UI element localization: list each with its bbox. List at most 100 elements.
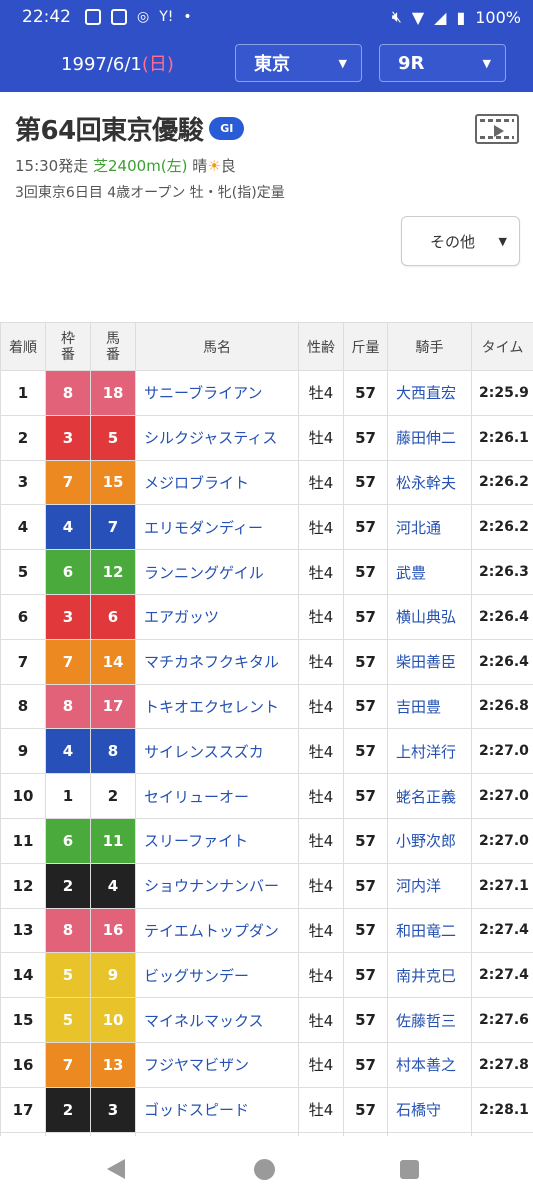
horse-name-link[interactable]: サニーブライアン	[135, 370, 299, 416]
waku-cell: 7	[45, 638, 91, 685]
home-icon[interactable]	[254, 1159, 275, 1180]
time-cell: 2:27.0	[471, 773, 533, 819]
waku-cell: 6	[45, 549, 91, 595]
sex-age-cell: 牡4	[298, 459, 344, 506]
race-conditions: 15:30発走 芝2400m(左) 晴☀良	[15, 155, 518, 176]
umaban-cell: 4	[90, 862, 136, 909]
signal-icon: ◢	[434, 7, 447, 27]
horse-name-link[interactable]: ショウナンナンバー	[135, 862, 299, 909]
horse-name-link[interactable]: テイエムトップダン	[135, 907, 299, 954]
horse-name-link[interactable]: メジロブライト	[135, 459, 299, 506]
jockey-name-link[interactable]: 蛯名正義	[387, 773, 472, 819]
rank-cell: 14	[0, 952, 46, 999]
weight-cell: 57	[343, 1086, 388, 1133]
wifi-icon: ▼	[411, 7, 425, 27]
chevron-down-icon: ▼	[498, 234, 507, 248]
horse-name-link[interactable]: セイリューオー	[135, 773, 299, 819]
waku-cell: 5	[45, 952, 91, 999]
system-icons: 🔇︎ ▼ ◢ ▮ 100%	[392, 7, 521, 27]
jockey-name-link[interactable]: 和田竜二	[387, 907, 472, 954]
weight-cell: 57	[343, 773, 388, 819]
weekday-text: (日)	[141, 54, 174, 75]
time-cell: 2:27.8	[471, 1041, 533, 1088]
app-notification-icon	[111, 9, 127, 25]
weight-cell: 57	[343, 459, 388, 506]
table-header-row: 着順 枠番 馬番 馬名 性齢 斤量 騎手 タイム	[0, 322, 533, 371]
jockey-name-link[interactable]: 武豊	[387, 549, 472, 595]
umaban-cell: 14	[90, 638, 136, 685]
table-row: 1 8 18 サニーブライアン 牡4 57 大西直宏 2:25.9	[0, 370, 533, 416]
horse-name-link[interactable]: シルクジャスティス	[135, 414, 299, 461]
rank-cell: 16	[0, 1041, 46, 1088]
weather-text: 晴	[192, 157, 208, 175]
jockey-name-link[interactable]: 佐藤哲三	[387, 997, 472, 1043]
rank-cell: 10	[0, 773, 46, 819]
horse-name-link[interactable]: ビッグサンデー	[135, 952, 299, 999]
waku-cell: 2	[45, 862, 91, 909]
jockey-name-link[interactable]: 河北通	[387, 504, 472, 551]
weight-cell: 57	[343, 549, 388, 595]
sex-age-cell: 牡4	[298, 683, 344, 730]
waku-cell: 7	[45, 1041, 91, 1088]
jockey-name-link[interactable]: 南井克巳	[387, 952, 472, 999]
recents-icon[interactable]	[400, 1160, 419, 1179]
sex-age-cell: 牡4	[298, 504, 344, 551]
other-area: その他 ▼	[0, 212, 533, 322]
back-icon[interactable]	[107, 1159, 125, 1179]
rank-cell: 15	[0, 997, 46, 1043]
time-cell: 2:27.1	[471, 862, 533, 909]
table-row: 6 3 6 エアガッツ 牡4 57 横山典弘 2:26.4	[0, 593, 533, 640]
table-row: 7 7 14 マチカネフクキタル 牡4 57 柴田善臣 2:26.4	[0, 638, 533, 685]
track-select-value: 東京	[254, 54, 290, 75]
jockey-name-link[interactable]: 上村洋行	[387, 728, 472, 775]
weight-cell: 57	[343, 683, 388, 730]
table-row: 13 8 16 テイエムトップダン 牡4 57 和田竜二 2:27.4	[0, 907, 533, 954]
jockey-name-link[interactable]: 大西直宏	[387, 370, 472, 416]
video-icon[interactable]	[475, 114, 519, 144]
horse-name-link[interactable]: エリモダンディー	[135, 504, 299, 551]
date-text: 1997/6/1	[61, 54, 142, 75]
track-select[interactable]: 東京 ▼	[235, 44, 362, 82]
sex-age-cell: 牡4	[298, 638, 344, 685]
rank-cell: 9	[0, 728, 46, 775]
table-row: 4 4 7 エリモダンディー 牡4 57 河北通 2:26.2	[0, 504, 533, 551]
wifi-calling-icon: ◎	[137, 9, 150, 25]
horse-name-link[interactable]: マチカネフクキタル	[135, 638, 299, 685]
umaban-cell: 12	[90, 549, 136, 595]
jockey-name-link[interactable]: 松永幹夫	[387, 459, 472, 506]
time-cell: 2:26.4	[471, 638, 533, 685]
umaban-cell: 11	[90, 817, 136, 864]
other-menu-button[interactable]: その他 ▼	[401, 216, 520, 266]
jockey-name-link[interactable]: 横山典弘	[387, 593, 472, 640]
weight-cell: 57	[343, 862, 388, 909]
course-info: 芝2400m(左)	[93, 157, 188, 175]
horse-name-link[interactable]: ランニングゲイル	[135, 549, 299, 595]
time-cell: 2:25.9	[471, 370, 533, 416]
weight-cell: 57	[343, 907, 388, 954]
waku-cell: 8	[45, 907, 91, 954]
horse-name-link[interactable]: マイネルマックス	[135, 997, 299, 1043]
jockey-name-link[interactable]: 村本善之	[387, 1041, 472, 1088]
horse-name-link[interactable]: フジヤマビザン	[135, 1041, 299, 1088]
jockey-name-link[interactable]: 河内洋	[387, 862, 472, 909]
umaban-cell: 13	[90, 1041, 136, 1088]
sun-icon: ☀	[207, 157, 221, 175]
chevron-down-icon: ▼	[338, 56, 347, 70]
horse-name-link[interactable]: トキオエクセレント	[135, 683, 299, 730]
table-row: 10 1 2 セイリューオー 牡4 57 蛯名正義 2:27.0	[0, 773, 533, 819]
race-date[interactable]: 1997/6/1(日)	[0, 50, 235, 76]
horse-name-link[interactable]: エアガッツ	[135, 593, 299, 640]
horse-name-link[interactable]: スリーファイト	[135, 817, 299, 864]
header-time: タイム	[471, 322, 533, 371]
race-number-select[interactable]: 9R ▼	[379, 44, 506, 82]
jockey-name-link[interactable]: 柴田善臣	[387, 638, 472, 685]
jockey-name-link[interactable]: 小野次郎	[387, 817, 472, 864]
horse-name-link[interactable]: ゴッドスピード	[135, 1086, 299, 1133]
horse-name-link[interactable]: サイレンススズカ	[135, 728, 299, 775]
jockey-name-link[interactable]: 吉田豊	[387, 683, 472, 730]
jockey-name-link[interactable]: 石橋守	[387, 1086, 472, 1133]
jockey-name-link[interactable]: 藤田伸二	[387, 414, 472, 461]
weight-cell: 57	[343, 414, 388, 461]
weight-cell: 57	[343, 1041, 388, 1088]
rank-cell: 1	[0, 370, 46, 416]
